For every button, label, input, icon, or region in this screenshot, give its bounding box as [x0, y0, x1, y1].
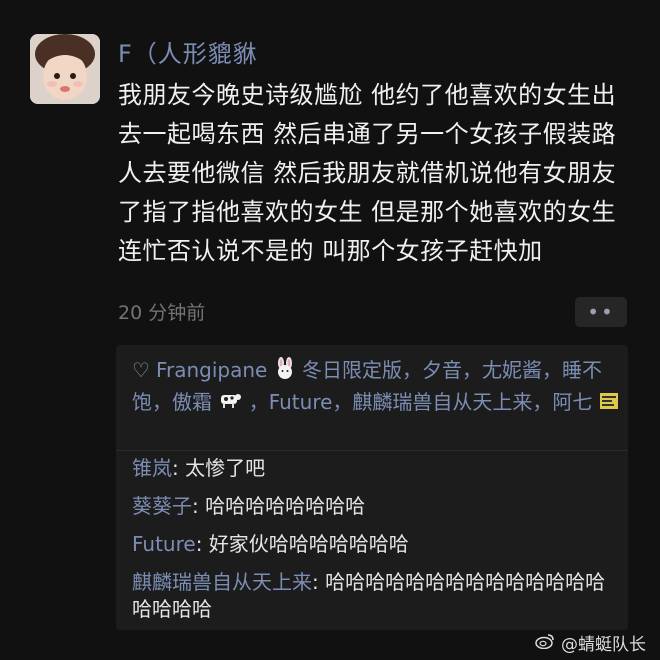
- comment-item: 锥岚: 太惨了吧: [132, 456, 266, 480]
- comment-item: 麒麟瑞兽自从天上来: 哈哈哈哈哈哈哈哈哈哈哈哈哈哈哈哈哈哈: [132, 570, 606, 621]
- comment-text: 好家伙哈哈哈哈哈哈哈: [208, 532, 409, 556]
- watermark-text: @蜻蜓队长: [561, 635, 646, 655]
- comment-author[interactable]: 麒麟瑞兽自从天上来: [132, 570, 312, 594]
- avatar-image: [30, 34, 100, 104]
- more-options-button[interactable]: ••: [575, 297, 627, 327]
- comment-item: Future: 好家伙哈哈哈哈哈哈哈: [132, 532, 409, 556]
- post-timestamp: 20 分钟前: [118, 302, 206, 324]
- comment-section: ♡ Frangipane 冬日限定版，夕音，尢妮酱，睡不饱，傲霜 ，Future，…: [116, 345, 628, 630]
- more-dots-icon: ••: [587, 300, 615, 324]
- comment-author[interactable]: 锥岚: [132, 456, 172, 480]
- comment-item: 葵葵子: 哈哈哈哈哈哈哈哈: [132, 494, 366, 518]
- heart-icon[interactable]: ♡: [132, 358, 150, 382]
- likes-list: ♡ Frangipane 冬日限定版，夕音，尢妮酱，睡不饱，傲霜 ，Future，…: [132, 355, 622, 418]
- weibo-icon: [535, 632, 555, 654]
- rabbit-emoji-icon: [274, 356, 296, 387]
- comment-text: 哈哈哈哈哈哈哈哈: [205, 494, 366, 518]
- likes-names-last[interactable]: ，Future，麒麟瑞兽自从天上来，阿七: [249, 390, 593, 414]
- divider: [116, 450, 628, 451]
- comment-text: 太惨了吧: [185, 456, 266, 480]
- watermark: @蜻蜓队长: [535, 630, 646, 655]
- avatar[interactable]: [30, 34, 100, 104]
- comment-author[interactable]: Future: [132, 532, 196, 556]
- post-author-name[interactable]: F（人形貔貅: [118, 34, 258, 69]
- cow-emoji-icon: [218, 388, 242, 418]
- post-body-text: 我朋友今晚史诗级尴尬 他约了他喜欢的女生出去一起喝东西 然后串通了另一个女孩子假…: [118, 81, 617, 265]
- sticker-icon: [599, 388, 619, 418]
- likes-name-first[interactable]: Frangipane: [156, 358, 267, 382]
- comment-author[interactable]: 葵葵子: [132, 494, 192, 518]
